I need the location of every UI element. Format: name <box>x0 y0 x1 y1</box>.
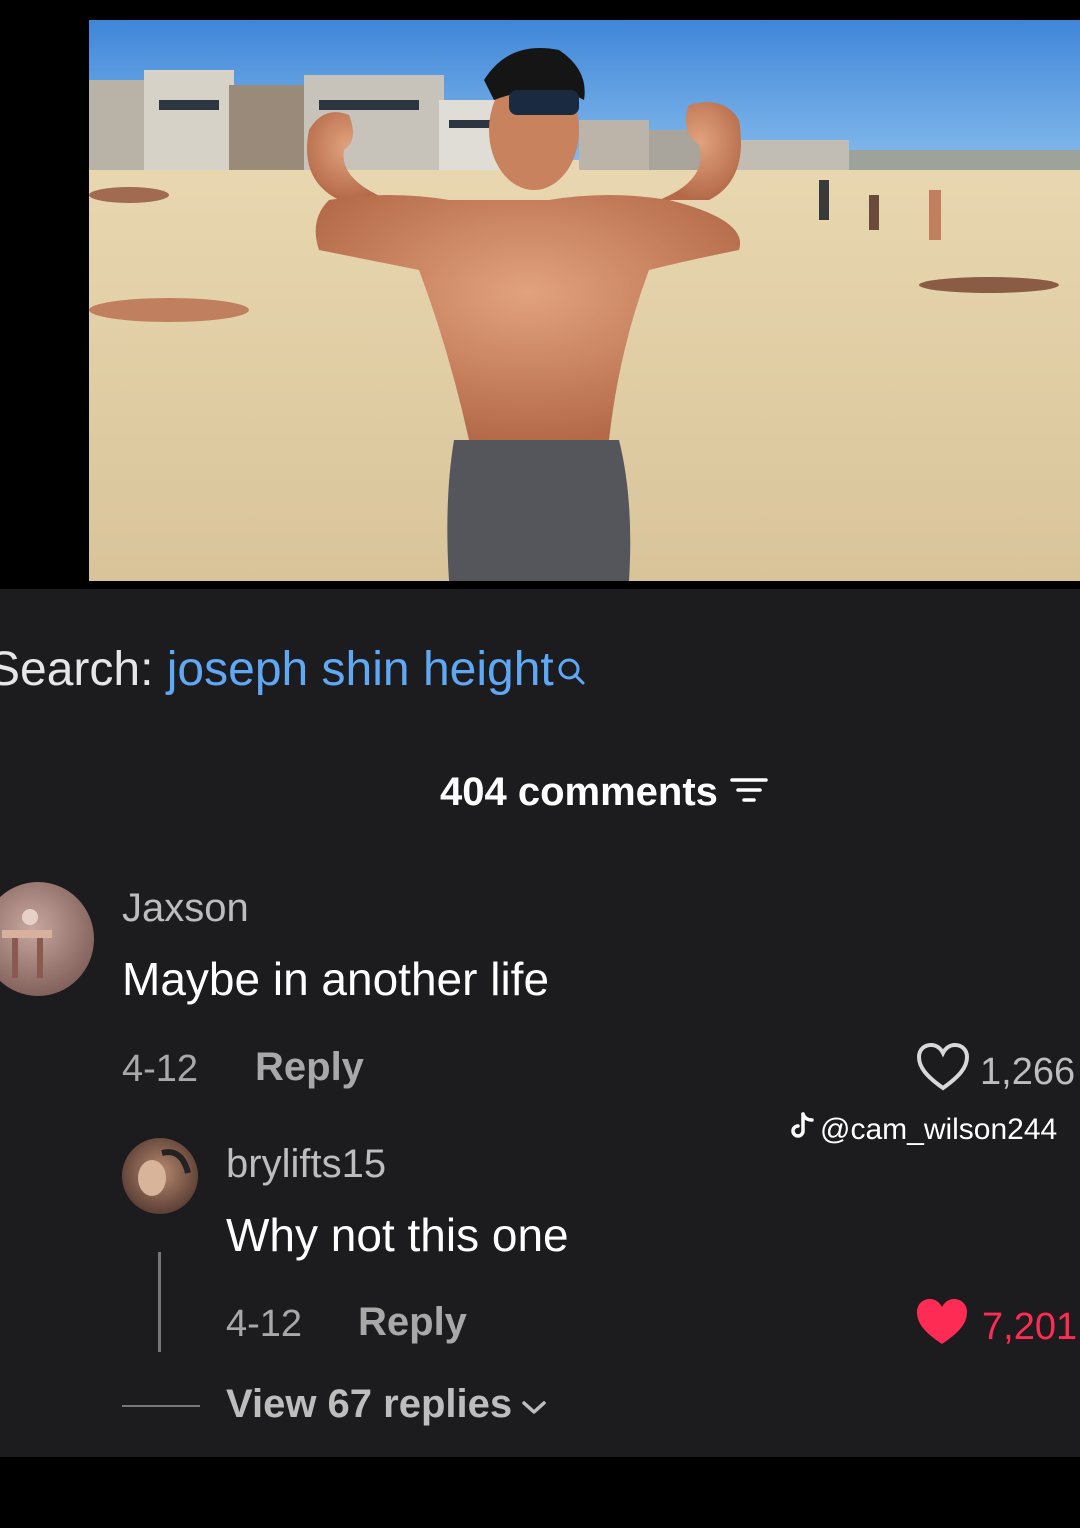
search-label: Search: <box>0 643 154 696</box>
search-query-link[interactable]: joseph shin height <box>167 643 554 696</box>
like-button[interactable]: 1,266 <box>916 1042 1075 1102</box>
watermark-handle: @cam_wilson244 <box>820 1113 1058 1146</box>
comment-username[interactable]: brylifts15 <box>226 1142 386 1187</box>
heart-outline-icon <box>916 1042 970 1102</box>
comment-text: Why not this one <box>226 1209 569 1261</box>
reply-button[interactable]: Reply <box>358 1300 467 1345</box>
avatar[interactable] <box>122 1138 198 1214</box>
video-thumbnail <box>89 20 1080 581</box>
search-icon <box>556 644 586 699</box>
view-replies-button[interactable]: View 67 replies <box>226 1382 548 1427</box>
divider <box>122 1405 200 1407</box>
comment-text: Maybe in another life <box>122 953 550 1005</box>
chevron-down-icon <box>520 1382 548 1427</box>
tiktok-watermark: @cam_wilson244 <box>790 1112 1057 1148</box>
heart-filled-icon <box>914 1296 970 1358</box>
filter-icon[interactable] <box>730 770 768 815</box>
reply-button[interactable]: Reply <box>255 1045 364 1090</box>
comment-username[interactable]: Jaxson <box>122 886 249 931</box>
video-player[interactable] <box>89 20 1080 581</box>
comment-date: 4-12 <box>122 1048 199 1090</box>
thread-line <box>158 1252 161 1352</box>
view-replies-label: View 67 replies <box>226 1382 513 1426</box>
comments-count: 404 comments <box>440 770 718 814</box>
like-count: 1,266 <box>980 1050 1076 1093</box>
like-button[interactable]: 7,201 <box>914 1296 1077 1358</box>
comments-count-header[interactable]: 404 comments <box>440 770 768 815</box>
tiktok-logo-icon <box>790 1112 816 1148</box>
like-count: 7,201 <box>982 1305 1078 1348</box>
search-suggestion[interactable]: Search: joseph shin height <box>0 642 586 699</box>
comment-date: 4-12 <box>226 1303 303 1345</box>
